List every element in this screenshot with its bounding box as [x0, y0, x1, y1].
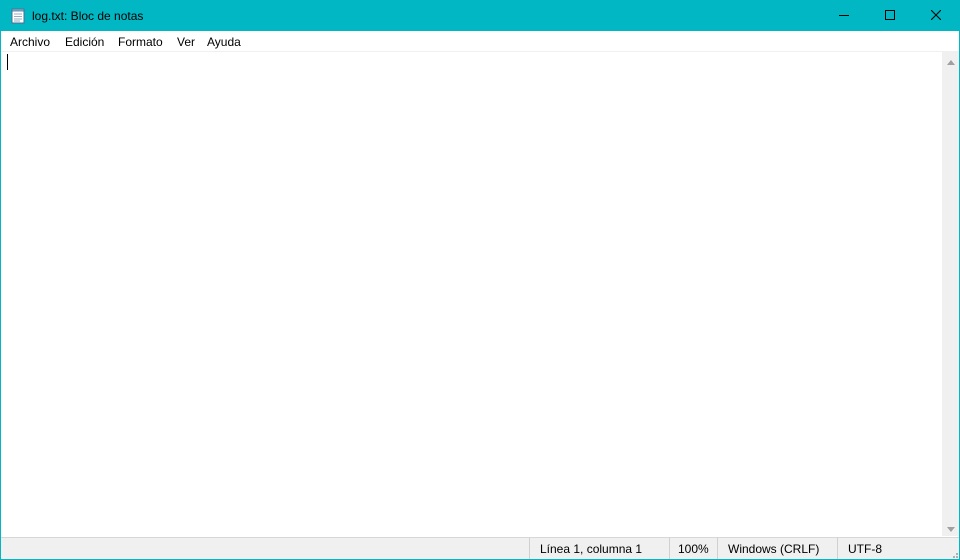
menu-archivo[interactable]: Archivo: [10, 34, 50, 50]
vertical-scrollbar[interactable]: [942, 52, 959, 536]
notepad-window: log.txt: Bloc de notas Archivo Edición F…: [0, 0, 960, 560]
minimize-icon: [839, 7, 849, 25]
menu-formato[interactable]: Formato: [118, 34, 163, 50]
minimize-button[interactable]: [821, 0, 867, 31]
scroll-up-button[interactable]: [942, 52, 959, 69]
window-title: log.txt: Bloc de notas: [32, 9, 144, 23]
status-zoom: 100%: [669, 538, 717, 559]
text-editor[interactable]: [1, 52, 942, 536]
menu-bar: Archivo Edición Formato Ver Ayuda: [1, 31, 959, 52]
status-bar: Línea 1, columna 1 100% Windows (CRLF) U…: [1, 537, 959, 559]
scroll-down-button[interactable]: [942, 519, 959, 536]
title-bar[interactable]: log.txt: Bloc de notas: [1, 0, 959, 31]
menu-ayuda[interactable]: Ayuda: [207, 34, 241, 50]
text-caret: [7, 54, 8, 70]
maximize-button[interactable]: [867, 0, 913, 31]
notepad-icon: [11, 8, 25, 24]
chevron-down-icon: [946, 519, 955, 537]
close-icon: [930, 7, 942, 25]
menu-edicion[interactable]: Edición: [65, 34, 104, 50]
menu-ver[interactable]: Ver: [177, 34, 195, 50]
maximize-icon: [885, 7, 895, 25]
close-button[interactable]: [913, 0, 959, 31]
chevron-up-icon: [946, 52, 955, 70]
resize-grip-icon[interactable]: [948, 548, 958, 558]
status-cursor-position: Línea 1, columna 1: [529, 538, 669, 559]
status-encoding: UTF-8: [837, 538, 959, 559]
status-line-ending: Windows (CRLF): [717, 538, 837, 559]
